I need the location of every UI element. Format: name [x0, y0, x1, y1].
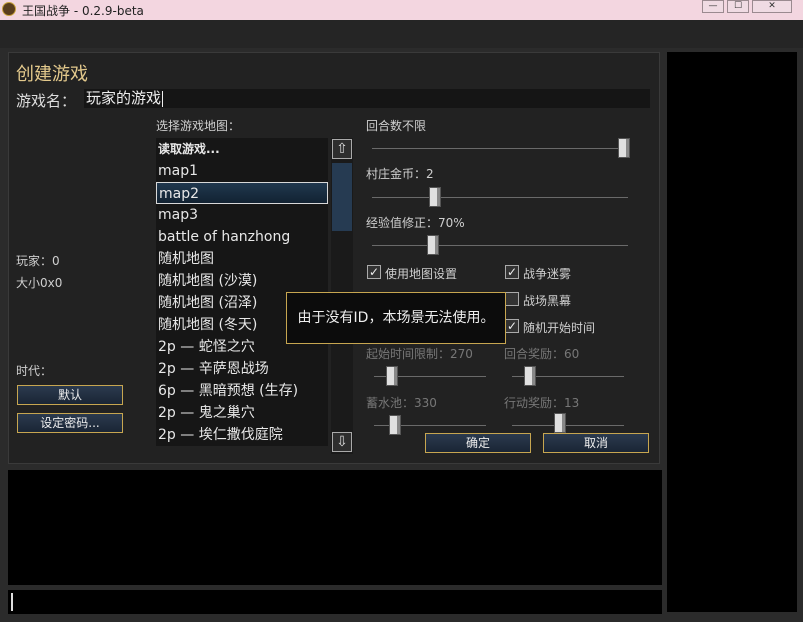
top-bar [0, 20, 803, 48]
scrollbar-thumb[interactable] [332, 163, 352, 231]
map-item[interactable]: 随机地图 [156, 248, 328, 270]
game-name-label: 游戏名： [16, 92, 77, 110]
default-button[interactable]: 默认 [17, 385, 123, 405]
turn-bonus-slider-knob[interactable] [524, 366, 536, 386]
fog-label: 战争迷雾 [523, 267, 572, 281]
chat-log [8, 470, 662, 585]
xp-modifier-label: 经验值修正：70% [366, 216, 465, 230]
set-password-button[interactable]: 设定密码... [17, 413, 123, 433]
village-gold-label: 村庄金币：2 [366, 167, 434, 181]
dialog-heading: 创建游戏 [16, 64, 88, 85]
use-map-settings-label: 使用地图设置 [385, 267, 458, 281]
turns-slider-knob[interactable] [618, 138, 630, 158]
map-item[interactable]: 2p — 鬼之巢穴 [156, 402, 328, 424]
cancel-button[interactable]: 取消 [543, 433, 649, 453]
xp-slider-track[interactable] [372, 245, 628, 246]
map-item[interactable]: 2p — 埃仁撒伐庭院 [156, 424, 328, 446]
map-item-load[interactable]: 读取游戏... [156, 138, 328, 160]
action-bonus-slider-knob[interactable] [554, 413, 566, 433]
village-gold-slider-track[interactable] [372, 197, 628, 198]
xp-slider-knob[interactable] [427, 235, 439, 255]
minimize-button[interactable]: — [702, 0, 724, 13]
ok-button[interactable]: 确定 [425, 433, 531, 453]
action-bonus-slider-track[interactable] [512, 425, 624, 426]
use-map-settings-checkbox[interactable]: ✓ [367, 265, 381, 279]
map-item[interactable]: map1 [156, 160, 328, 182]
random-start-checkbox[interactable]: ✓ [505, 319, 519, 333]
map-size: 大小0x0 [16, 276, 63, 290]
app-icon [2, 2, 16, 16]
right-side-panel [667, 52, 797, 612]
map-item-selected[interactable]: map2 [156, 182, 328, 204]
init-time-slider-knob[interactable] [386, 366, 398, 386]
chat-input-caret [11, 593, 13, 611]
era-label: 时代： [16, 364, 53, 378]
map-item[interactable]: battle of hanzhong [156, 226, 328, 248]
map-item[interactable]: map3 [156, 204, 328, 226]
action-bonus-label: 行动奖励：13 [504, 396, 580, 410]
window-title: 王国战争 - 0.2.9-beta [22, 4, 144, 18]
map-item[interactable]: 6p — 黑暗预想 (生存) [156, 380, 328, 402]
reservoir-slider-knob[interactable] [389, 415, 401, 435]
text-caret [162, 90, 164, 107]
map-item[interactable]: 2p — 辛萨恩战场 [156, 358, 328, 380]
maximize-button[interactable]: ☐ [727, 0, 749, 13]
village-gold-slider-knob[interactable] [429, 187, 441, 207]
players-count: 玩家：0 [16, 254, 60, 268]
random-start-label: 随机开始时间 [523, 321, 596, 335]
fog-checkbox[interactable]: ✓ [505, 265, 519, 279]
close-button[interactable]: ✕ [752, 0, 792, 13]
scroll-up-icon[interactable]: ⇧ [332, 139, 352, 159]
init-time-label: 起始时间限制：270 [366, 347, 473, 361]
turn-bonus-label: 回合奖励：60 [504, 347, 580, 361]
game-name-value: 玩家的游戏 [86, 89, 162, 107]
turns-slider-track[interactable] [372, 148, 628, 149]
turns-label: 回合数不限 [366, 119, 427, 133]
scenario-unavailable-tooltip: 由于没有ID，本场景无法使用。 [286, 292, 506, 344]
title-bar: 王国战争 - 0.2.9-beta — ☐ ✕ [0, 0, 803, 20]
map-item[interactable]: 随机地图 (沙漠) [156, 270, 328, 292]
chat-input[interactable] [8, 590, 662, 614]
reservoir-label: 蓄水池：330 [366, 396, 437, 410]
shroud-label: 战场黑幕 [523, 294, 572, 308]
scroll-down-icon[interactable]: ⇩ [332, 432, 352, 452]
map-select-label: 选择游戏地图： [156, 119, 241, 133]
shroud-checkbox[interactable] [505, 292, 519, 306]
game-name-input[interactable]: 玩家的游戏 [84, 89, 650, 108]
